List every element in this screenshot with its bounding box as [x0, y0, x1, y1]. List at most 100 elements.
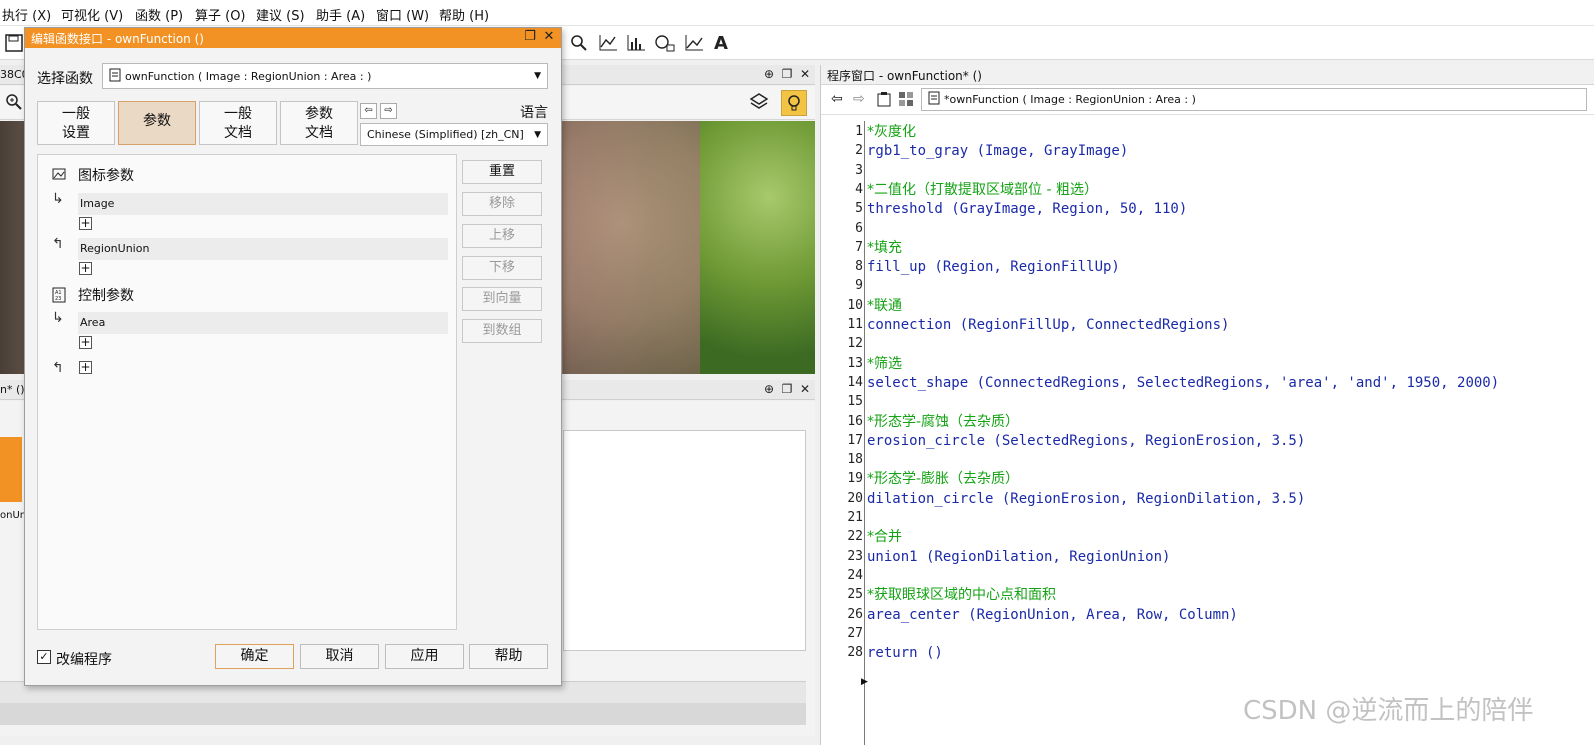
- apply-button[interactable]: 应用: [385, 644, 464, 669]
- variable-area: [563, 430, 806, 651]
- feature-inspection-icon[interactable]: [654, 32, 676, 54]
- add-control-output-icon[interactable]: +: [79, 361, 92, 374]
- reset-button[interactable]: 重置: [462, 160, 542, 184]
- to-array-button[interactable]: 到数组: [462, 319, 542, 343]
- code-line[interactable]: 14 select_shape (ConnectedRegions, Select…: [821, 373, 1594, 393]
- menu-window[interactable]: 窗口 (W): [376, 5, 429, 24]
- code-text: erosion_circle (SelectedRegions, RegionE…: [867, 432, 1306, 449]
- code-line[interactable]: 25 *获取眼球区域的中心点和面积: [821, 585, 1594, 605]
- float-icon[interactable]: ❐: [780, 382, 794, 396]
- arrow-left-icon[interactable]: ⇦: [360, 103, 377, 119]
- histogram-icon[interactable]: [625, 32, 647, 54]
- line-number: 9: [855, 278, 863, 294]
- code-line[interactable]: 4 *二值化（打散提取区域部位 - 粗选）: [821, 180, 1594, 200]
- code-line[interactable]: 7 *填充: [821, 238, 1594, 258]
- code-line[interactable]: 28 return (): [821, 643, 1594, 663]
- code-line[interactable]: 21: [821, 508, 1594, 528]
- code-line[interactable]: 3: [821, 161, 1594, 181]
- code-line[interactable]: 26 area_center (RegionUnion, Area, Row, C…: [821, 605, 1594, 625]
- lightbulb-icon[interactable]: [781, 90, 807, 116]
- code-line[interactable]: 13 *筛选: [821, 354, 1594, 374]
- remove-button[interactable]: 移除: [462, 192, 542, 216]
- code-line[interactable]: 24: [821, 566, 1594, 586]
- code-line[interactable]: 11 connection (RegionFillUp, ConnectedReg…: [821, 315, 1594, 335]
- line-profile-icon[interactable]: [597, 32, 619, 54]
- add-iconic-input-icon[interactable]: +: [79, 217, 92, 230]
- line-number: 3: [855, 162, 863, 178]
- code-editor[interactable]: 1 *灰度化 2 rgb1_to_gray (Image, GrayImage) 3 4 *…: [821, 121, 1594, 745]
- close-icon[interactable]: ✕: [541, 29, 557, 45]
- text-tool-icon[interactable]: A: [710, 32, 732, 54]
- chevron-down-icon: ▼: [534, 129, 541, 140]
- float-icon[interactable]: ❐: [780, 67, 794, 81]
- code-line[interactable]: 15: [821, 392, 1594, 412]
- save-icon[interactable]: [3, 32, 25, 54]
- param-row-region-union[interactable]: RegionUnion: [78, 238, 448, 260]
- ok-button[interactable]: 确定: [215, 644, 294, 669]
- param-row-image[interactable]: Image: [78, 193, 448, 215]
- code-line[interactable]: 12: [821, 334, 1594, 354]
- param-row-area[interactable]: Area: [78, 312, 448, 334]
- grid-icon[interactable]: [898, 91, 914, 111]
- close-icon[interactable]: ✕: [798, 382, 812, 396]
- cancel-button[interactable]: 取消: [300, 644, 379, 669]
- to-vector-button[interactable]: 到向量: [462, 287, 542, 311]
- adapt-program-checkbox[interactable]: ✓: [37, 650, 51, 664]
- menu-operators[interactable]: 算子 (O): [195, 5, 246, 24]
- close-icon[interactable]: ✕: [798, 67, 812, 81]
- menu-visualize[interactable]: 可视化 (V): [61, 5, 123, 24]
- add-control-input-icon[interactable]: +: [79, 336, 92, 349]
- tab-general-settings[interactable]: 一般 设置: [37, 101, 115, 145]
- code-line[interactable]: 20 dilation_circle (RegionErosion, Region…: [821, 489, 1594, 509]
- code-line[interactable]: 16 *形态学-腐蚀（去杂质）: [821, 412, 1594, 432]
- tab-parameter-documentation[interactable]: 参数 文档: [280, 101, 358, 145]
- clipboard-icon[interactable]: [876, 91, 892, 111]
- code-line[interactable]: 6: [821, 219, 1594, 239]
- add-iconic-output-icon[interactable]: +: [79, 262, 92, 275]
- procedure-select[interactable]: *ownFunction ( Image : RegionUnion : Are…: [921, 88, 1587, 111]
- menu-suggestions[interactable]: 建议 (S): [256, 5, 305, 24]
- language-dropdown[interactable]: Chinese (Simplified) [zh_CN] ▼: [360, 123, 548, 146]
- iconic-variable-thumb[interactable]: [0, 437, 22, 502]
- code-line[interactable]: 9: [821, 276, 1594, 296]
- line-number: 19: [847, 471, 863, 487]
- code-line[interactable]: 1 *灰度化: [821, 122, 1594, 142]
- code-line[interactable]: 5 threshold (GrayImage, Region, 50, 110): [821, 199, 1594, 219]
- move-down-button[interactable]: 下移: [462, 256, 542, 280]
- menu-assistants[interactable]: 助手 (A): [316, 5, 365, 24]
- code-line[interactable]: 19 *形态学-膨胀（去杂质）: [821, 469, 1594, 489]
- pin-icon[interactable]: ⊕: [762, 67, 776, 81]
- move-up-button[interactable]: 上移: [462, 224, 542, 248]
- tab-parameters[interactable]: 参数: [118, 101, 196, 145]
- restore-icon[interactable]: ❐: [522, 29, 538, 45]
- code-text: *形态学-膨胀（去杂质）: [867, 471, 1020, 488]
- pin-icon[interactable]: ⊕: [762, 382, 776, 396]
- code-text: union1 (RegionDilation, RegionUnion): [867, 548, 1171, 565]
- plot-icon[interactable]: [683, 32, 705, 54]
- procedure-select-value: *ownFunction ( Image : RegionUnion : Are…: [944, 93, 1196, 106]
- procedure-dropdown[interactable]: ownFunction ( Image : RegionUnion : Area…: [102, 63, 548, 89]
- code-line[interactable]: 2 rgb1_to_gray (Image, GrayImage): [821, 141, 1594, 161]
- code-line[interactable]: 23 union1 (RegionDilation, RegionUnion): [821, 547, 1594, 567]
- arrow-right-icon[interactable]: ⇨: [380, 103, 397, 119]
- code-line[interactable]: 10 *联通: [821, 296, 1594, 316]
- menu-procedures[interactable]: 函数 (P): [135, 5, 183, 24]
- zoom-in-icon[interactable]: [5, 93, 23, 115]
- line-number: 24: [847, 567, 863, 583]
- forward-icon[interactable]: ⇨: [853, 91, 865, 107]
- parameter-list: 图标参数 ↳ Image + ↰ RegionUnion + A1 23 控制参数…: [37, 154, 457, 630]
- code-line[interactable]: 8 fill_up (Region, RegionFillUp): [821, 257, 1594, 277]
- code-line[interactable]: 27: [821, 624, 1594, 644]
- zoom-icon[interactable]: [568, 32, 590, 54]
- code-line[interactable]: 17 erosion_circle (SelectedRegions, Regio…: [821, 431, 1594, 451]
- code-line[interactable]: 22 *合并: [821, 527, 1594, 547]
- back-icon[interactable]: ⇦: [831, 91, 843, 107]
- code-line[interactable]: 18: [821, 450, 1594, 470]
- tab-general-documentation[interactable]: 一般 文档: [199, 101, 277, 145]
- menu-help[interactable]: 帮助 (H): [439, 5, 489, 24]
- line-number: 23: [847, 548, 863, 564]
- menu-execute[interactable]: 执行 (X): [2, 5, 51, 24]
- line-number: 27: [847, 625, 863, 641]
- help-button[interactable]: 帮助: [469, 644, 548, 669]
- layers-icon[interactable]: [749, 92, 769, 116]
